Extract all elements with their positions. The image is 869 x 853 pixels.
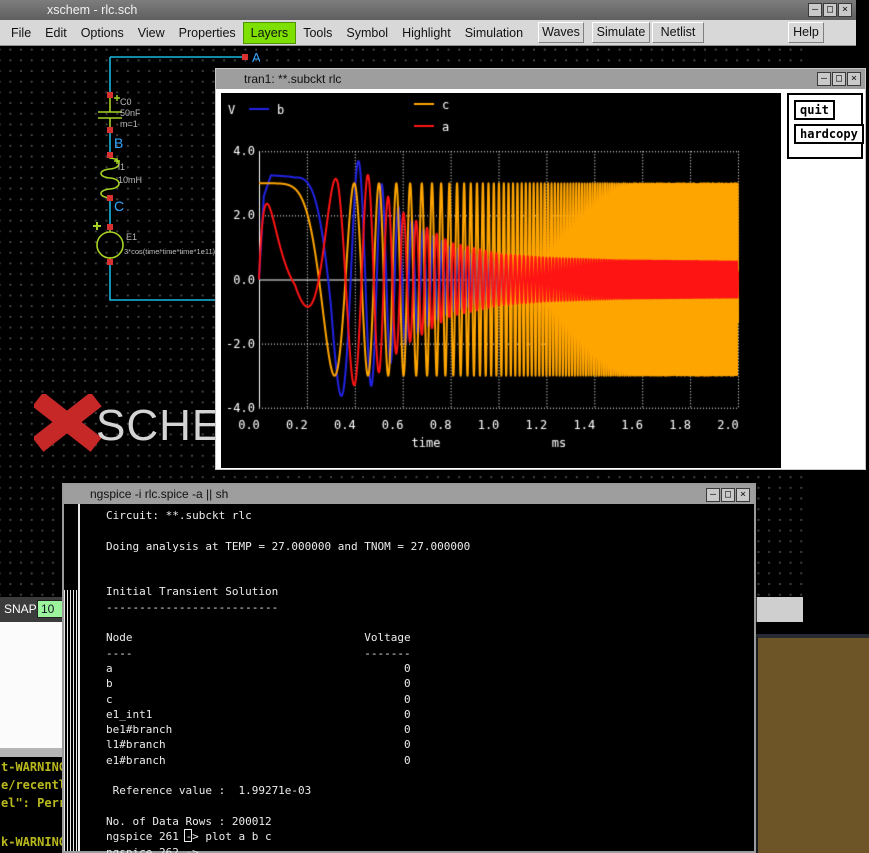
waves-button[interactable]: Waves [538, 22, 584, 43]
warning-line: k-WARNING [1, 835, 62, 849]
label-c0-extra: m=1 [120, 119, 138, 129]
menu-item-view[interactable]: View [131, 23, 172, 43]
menu-item-properties[interactable]: Properties [172, 23, 243, 43]
net-label-a[interactable]: A [252, 50, 260, 65]
statusbar-right-block [757, 597, 803, 622]
terminal-window: ngspice -i rlc.spice -a || sh –□× Circui… [62, 483, 756, 853]
logo-text: SCHEM [96, 401, 219, 450]
label-c0-ref: C0 [120, 97, 132, 107]
menu-item-simulation[interactable]: Simulation [458, 23, 530, 43]
terminal-minimize-button[interactable]: – [706, 488, 720, 502]
warning-line: t-WARNING [1, 760, 62, 774]
label-c0-value: 50nF [120, 108, 141, 118]
plot-window-title: tran1: **.subckt rlc [244, 69, 341, 89]
plot-side-panel: quit hardcopy [787, 93, 863, 159]
simulate-button[interactable]: Simulate [592, 22, 650, 43]
terminal-window-title: ngspice -i rlc.spice -a || sh [90, 485, 228, 504]
menu-item-highlight[interactable]: Highlight [395, 23, 458, 43]
plot-maximize-button[interactable]: □ [832, 72, 846, 86]
label-l1-value: 10mH [118, 175, 142, 185]
waveform-plot-canvas [221, 93, 781, 468]
menu-item-edit[interactable]: Edit [38, 23, 74, 43]
scrollbar-thumb[interactable] [64, 504, 78, 590]
terminal-output: Circuit: **.subckt rlc Doing analysis at… [106, 508, 470, 853]
menu-item-symbol[interactable]: Symbol [339, 23, 395, 43]
snap-input[interactable]: 10 [37, 600, 64, 618]
menu-item-tools[interactable]: Tools [296, 23, 339, 43]
net-label-b[interactable]: B [114, 135, 123, 151]
menu-item-file[interactable]: File [4, 23, 38, 43]
plot-window-controls: –□× [817, 72, 861, 86]
desktop: xschem - rlc.sch –□× FileEditOptionsView… [0, 0, 869, 853]
xschem-maximize-button[interactable]: □ [823, 3, 837, 17]
warning-line: e/recently [1, 778, 62, 792]
label-e1-ref: E1 [126, 232, 137, 242]
netlist-button[interactable]: Netlist [652, 22, 704, 43]
component-labels: C0 50nF m=1 l1 10mH E1 3*cos(time*time*t… [118, 97, 216, 256]
plot-close-button[interactable]: × [847, 72, 861, 86]
label-e1-expression: 3*cos(time*time*time*1e11) [124, 247, 216, 256]
terminal-text-area[interactable]: Circuit: **.subckt rlc Doing analysis at… [84, 504, 754, 853]
plot-window-titlebar[interactable]: tran1: **.subckt rlc –□× [216, 69, 865, 89]
hardcopy-button[interactable]: hardcopy [794, 124, 864, 144]
logo-x-mark [34, 394, 102, 452]
background-window-border [0, 748, 62, 757]
quit-button[interactable]: quit [794, 100, 835, 120]
background-terminal: t-WARNING e/recently el": Perr k-WARNING [0, 757, 62, 853]
xschem-menubar: FileEditOptionsViewPropertiesLayersTools… [0, 20, 856, 46]
xschem-window-title: xschem - rlc.sch [47, 0, 137, 20]
xschem-close-button[interactable]: × [838, 3, 852, 17]
background-brown-window [756, 634, 869, 853]
xschem-logo: SCHEM [34, 394, 219, 454]
scrollbar-trough[interactable] [64, 590, 78, 851]
plot-minimize-button[interactable]: – [817, 72, 831, 86]
xschem-window-controls: –□× [808, 3, 852, 17]
terminal-maximize-button[interactable]: □ [721, 488, 735, 502]
help-button[interactable]: Help [788, 22, 824, 43]
terminal-close-button[interactable]: × [736, 488, 750, 502]
xschem-titlebar[interactable]: xschem - rlc.sch –□× [0, 0, 856, 20]
net-label-c[interactable]: C [114, 198, 124, 214]
menu-item-layers[interactable]: Layers [243, 22, 297, 44]
capacitor-c0[interactable] [98, 95, 122, 130]
terminal-cursor [184, 829, 192, 842]
terminal-scrollbar[interactable] [64, 504, 80, 851]
xschem-menu: FileEditOptionsViewPropertiesLayersTools… [4, 20, 530, 46]
terminal-window-controls: –□× [706, 488, 750, 502]
terminal-titlebar[interactable]: ngspice -i rlc.spice -a || sh –□× [64, 485, 754, 504]
xschem-minimize-button[interactable]: – [808, 3, 822, 17]
label-l1-ref: l1 [118, 162, 125, 172]
plot-window: tran1: **.subckt rlc –□× quit hardcopy [215, 68, 866, 470]
background-white-panel [0, 622, 62, 748]
snap-label: SNAP: [4, 602, 40, 616]
warning-line: el": Perr [1, 796, 62, 810]
menu-item-options[interactable]: Options [74, 23, 131, 43]
